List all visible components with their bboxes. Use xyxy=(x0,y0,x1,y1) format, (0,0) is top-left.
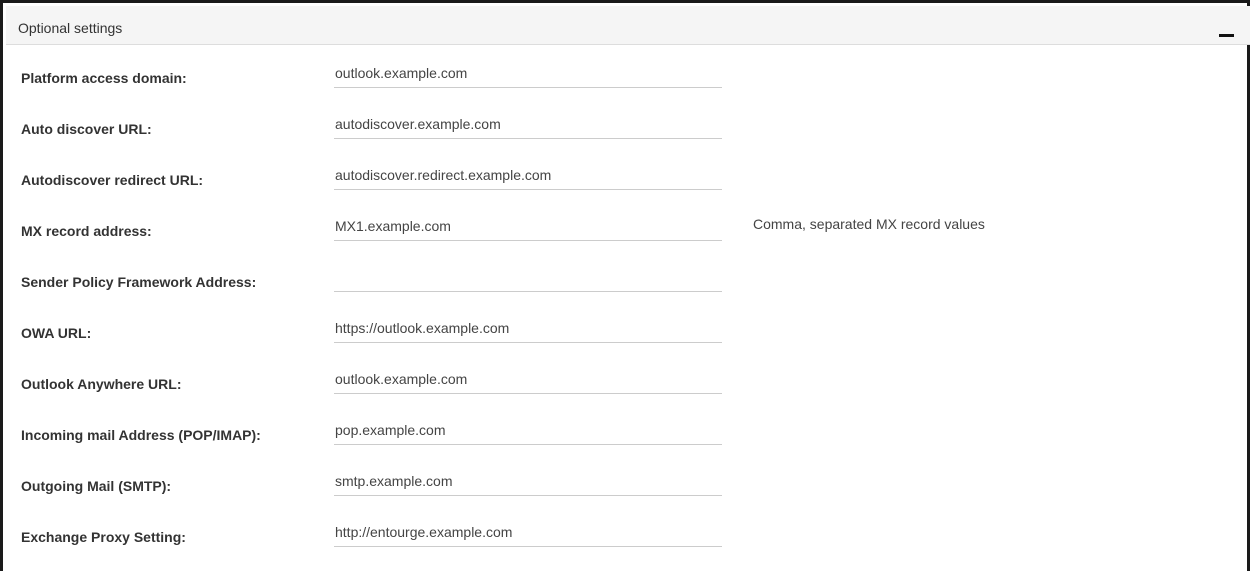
sender-policy-framework-address-input[interactable] xyxy=(334,262,722,292)
field-label: OWA URL: xyxy=(21,325,92,341)
form-row-outlook-anywhere-url: Outlook Anywhere URL: xyxy=(6,359,1250,410)
panel-header[interactable]: Optional settings xyxy=(6,6,1250,45)
field-label: Platform access domain: xyxy=(21,70,187,86)
form-row-outgoing-mail-smtp: Outgoing Mail (SMTP): xyxy=(6,461,1250,512)
outgoing-mail-smtp-input[interactable] xyxy=(334,466,722,496)
field-label: Sender Policy Framework Address: xyxy=(21,274,257,290)
field-label: Exchange Proxy Setting: xyxy=(21,529,186,545)
form-row-auto-discover-url: Auto discover URL: xyxy=(6,104,1250,155)
form-row-exchange-proxy-setting: Exchange Proxy Setting: xyxy=(6,512,1250,563)
incoming-mail-address-input[interactable] xyxy=(334,415,722,445)
exchange-proxy-setting-input[interactable] xyxy=(334,517,722,547)
field-label: Outlook Anywhere URL: xyxy=(21,376,182,392)
settings-panel: Optional settings Platform access domain… xyxy=(0,0,1250,571)
outlook-anywhere-url-input[interactable] xyxy=(334,364,722,394)
collapse-button[interactable] xyxy=(1211,14,1241,38)
panel-title: Optional settings xyxy=(18,20,123,36)
field-label: Incoming mail Address (POP/IMAP): xyxy=(21,427,261,443)
form-row-autodiscover-redirect-url: Autodiscover redirect URL: xyxy=(6,155,1250,206)
field-label: MX record address: xyxy=(21,223,152,239)
owa-url-input[interactable] xyxy=(334,313,722,343)
field-label: Auto discover URL: xyxy=(21,121,152,137)
mx-record-address-input[interactable] xyxy=(334,211,722,241)
mx-record-help-text: Comma, separated MX record values xyxy=(753,216,985,232)
autodiscover-redirect-url-input[interactable] xyxy=(334,160,722,190)
platform-access-domain-input[interactable] xyxy=(334,58,722,88)
auto-discover-url-input[interactable] xyxy=(334,109,722,139)
form-row-owa-url: OWA URL: xyxy=(6,308,1250,359)
field-label: Autodiscover redirect URL: xyxy=(21,172,204,188)
form-row-incoming-mail-address: Incoming mail Address (POP/IMAP): xyxy=(6,410,1250,461)
form-row-platform-access-domain: Platform access domain: xyxy=(6,53,1250,104)
form-row-mx-record-address: MX record address: Comma, separated MX r… xyxy=(6,206,1250,257)
field-label: Outgoing Mail (SMTP): xyxy=(21,478,172,494)
form-row-sender-policy-framework-address: Sender Policy Framework Address: xyxy=(6,257,1250,308)
minus-icon xyxy=(1219,34,1234,37)
